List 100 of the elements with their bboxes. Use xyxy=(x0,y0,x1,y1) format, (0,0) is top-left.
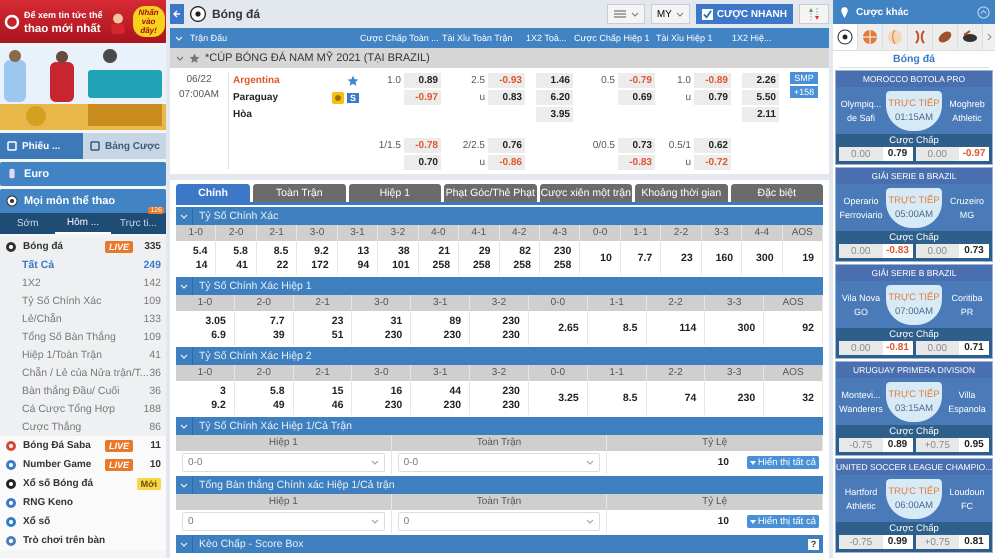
bet-tab[interactable]: Hiệp 1 xyxy=(348,184,441,202)
odds-cell[interactable]: 74 xyxy=(684,391,696,405)
bet-tab[interactable]: Phạt Góc/Thẻ Phạt xyxy=(444,184,536,202)
bet-type-item[interactable]: Chẵn / Lẻ của Nửa trận/T...36 xyxy=(0,364,166,382)
odds-cell[interactable]: 8.5 xyxy=(622,391,638,405)
odds-cell[interactable]: 23 xyxy=(681,251,693,265)
odds-cell[interactable]: 2.26 xyxy=(742,72,779,88)
score-select[interactable]: 0 xyxy=(182,512,385,531)
live-match-card[interactable]: GIẢI SERIE B BRAZIL Operario Ferroviario TRỰC TIẾP 05:00AM Cruzeiro MG Cược Chấp 0.00 -0.83 0.00 0.73 xyxy=(836,168,992,261)
slip-tab[interactable]: Bảng Cược xyxy=(83,133,166,159)
odds-cell[interactable]: 49 xyxy=(272,398,285,412)
odds-cell[interactable]: 5.4 xyxy=(192,244,208,258)
slip-tab[interactable]: Phiếu ... xyxy=(0,133,83,159)
odds-format-dropdown[interactable]: MY xyxy=(650,4,690,24)
view-dropdown[interactable] xyxy=(606,4,645,24)
section-header[interactable]: Tổng Bàn thắng Chính xác Hiệp 1/Cả trận xyxy=(176,476,823,494)
odds-cell[interactable]: 5.50 xyxy=(742,90,779,104)
bet-type-item[interactable]: Bàn thắng Đầu/ Cuối 36 xyxy=(0,382,166,400)
sport-item[interactable]: Number Game LIVE 10 xyxy=(0,455,166,474)
odds-cell[interactable]: 5.8 xyxy=(270,384,285,398)
odds-cell[interactable]: 0.89 xyxy=(404,72,441,88)
odds-cell[interactable]: 10 xyxy=(600,251,612,265)
odds-cell[interactable]: 258 xyxy=(513,258,531,272)
odds-cell[interactable]: 38 xyxy=(398,244,410,258)
sport-item[interactable]: Trò chơi trên bàn xyxy=(0,531,166,550)
odds-cell[interactable]: 44 xyxy=(449,384,462,398)
odds-cell[interactable]: 94 xyxy=(358,258,370,272)
live-match-card[interactable]: UNITED SOCCER LEAGUE CHAMPIO... Hartford Athletic TRỰC TIẾP 06:00AM Loudoun FC Cược Chấp -0.75 0.99 +0.75 0.81 xyxy=(836,459,992,552)
bet-type-item[interactable]: 1X2 142 xyxy=(0,274,166,292)
odds-button[interactable]: 0.00 -0.97 xyxy=(916,147,989,161)
odds-cell[interactable]: 230 xyxy=(444,328,462,342)
odds-cell[interactable]: 32 xyxy=(802,391,814,405)
sport-item[interactable]: Xổ số Bóng đá Mới xyxy=(0,474,166,493)
sport-item[interactable]: Xổ số xyxy=(0,512,166,531)
odds-cell[interactable]: 230 xyxy=(502,328,520,342)
callout-bubble[interactable]: Nhấn vào đây! xyxy=(132,6,165,37)
bet-type-item[interactable]: Tỷ Số Chính Xác 109 xyxy=(0,292,166,310)
odds-button[interactable]: +0.75 0.95 xyxy=(916,438,989,452)
odds-button[interactable]: 0.00 -0.83 xyxy=(839,244,912,258)
bet-tab[interactable]: Khoảng thời gian xyxy=(635,184,728,202)
odds-cell[interactable]: 230 xyxy=(554,244,572,258)
odds-cell[interactable]: 15 xyxy=(332,384,344,398)
bet-type-item[interactable]: Cá Cược Tổng Hợp 188 xyxy=(0,400,166,418)
odds-cell[interactable]: 13 xyxy=(358,244,370,258)
promo-banner[interactable]: Để xem tin tức thể thao mới nhất Nhấn vào đây! xyxy=(0,0,166,43)
odds-button[interactable]: +0.75 0.81 xyxy=(916,535,989,549)
bet-tab[interactable]: Đặc biệt xyxy=(730,184,823,202)
back-button[interactable] xyxy=(170,4,184,24)
odds-cell[interactable]: 114 xyxy=(679,321,696,335)
odds-button[interactable]: 0.00 0.79 xyxy=(839,147,912,161)
odds-cell[interactable]: 46 xyxy=(332,398,344,412)
odds-cell[interactable]: 0.83 xyxy=(488,90,525,104)
odds-cell[interactable]: 230 xyxy=(502,314,520,328)
score-select[interactable]: 0 xyxy=(398,512,600,531)
odds-cell[interactable]: 0.76 xyxy=(488,138,525,152)
odds-cell[interactable]: 51 xyxy=(332,328,344,342)
sport-item[interactable]: Bóng đá LIVE 335 xyxy=(0,237,166,256)
odds-cell[interactable]: 21 xyxy=(438,244,450,258)
odds-cell[interactable]: 7.7 xyxy=(638,251,652,265)
live-match-card[interactable]: MOROCCO BOTOLA PRO Olympiq... de Safi TRỰC TIẾP 01:15AM Moghreb Athletic Cược Chấp 0.00 0.79 0.00 -0.97 xyxy=(836,71,992,164)
odds-cell[interactable]: 92 xyxy=(802,321,814,335)
odds-cell[interactable]: 0.73 xyxy=(618,138,655,152)
section-header[interactable]: Tỷ Số Chính Xác xyxy=(176,207,823,225)
odds-cell[interactable]: 6.9 xyxy=(211,328,226,342)
odds-cell[interactable]: 230 xyxy=(384,328,402,342)
odds-button[interactable]: -0.75 0.89 xyxy=(839,438,912,452)
odds-cell[interactable]: 41 xyxy=(236,258,248,272)
odds-button[interactable]: -0.75 0.99 xyxy=(839,535,912,549)
odds-button[interactable]: 0.00 0.73 xyxy=(916,244,989,258)
live-match-card[interactable]: URUGUAY PRIMERA DIVISION Montevi... Wanderers TRỰC TIẾP 03:15AM Villa Espanola Cược Chấp -0.75 0.89 +0.75 0.95 xyxy=(836,362,992,455)
odds-cell[interactable]: 0.62 xyxy=(694,138,731,152)
bet-tab[interactable]: Cược xiên một trận xyxy=(540,184,632,202)
odds-cell[interactable]: 16 xyxy=(390,384,402,398)
section-header[interactable]: Tỷ Số Chính Xác Hiệp 1/Cả Trận xyxy=(176,417,823,435)
odds-cell[interactable]: 3 xyxy=(220,384,226,398)
odds-cell[interactable]: 258 xyxy=(472,258,490,272)
odds-cell[interactable]: 23 xyxy=(332,314,344,328)
score-select[interactable]: 0-0 xyxy=(182,453,385,472)
odds-button[interactable]: 0.00 0.71 xyxy=(916,341,989,355)
section-header[interactable]: Tỷ Số Chính Xác Hiệp 1 xyxy=(176,277,823,295)
section-header[interactable]: Kèo Chấp - Score Box ? xyxy=(176,535,823,553)
odds-cell[interactable]: 8.5 xyxy=(274,244,288,258)
odds-cell[interactable]: 0.69 xyxy=(618,90,655,104)
live-match-card[interactable]: GIẢI SERIE B BRAZIL Vila Nova GO TRỰC TIẾP 07:00AM Coritiba PR Cược Chấp 0.00 -0.81 0.00 0.71 xyxy=(836,265,992,358)
odds-cell[interactable]: 6.20 xyxy=(536,90,573,104)
odds-cell[interactable]: 172 xyxy=(311,258,329,272)
chevron-right-icon[interactable] xyxy=(987,33,992,41)
odds-cell[interactable]: 9.2 xyxy=(211,398,226,412)
bet-tab[interactable]: Chính xyxy=(176,184,250,202)
bet-tab[interactable]: Toàn Trận xyxy=(253,184,346,202)
odds-cell[interactable]: 39 xyxy=(272,328,285,342)
odds-cell[interactable]: 2.11 xyxy=(742,106,779,122)
odds-cell[interactable]: 0.79 xyxy=(694,90,731,104)
sport-item[interactable]: Bóng Đá Saba LIVE 11 xyxy=(0,436,166,455)
period-tab[interactable]: Sớm xyxy=(0,213,56,234)
odds-cell[interactable]: 9.2 xyxy=(314,244,329,258)
star-icon[interactable] xyxy=(347,74,359,86)
odds-cell[interactable]: 3.25 xyxy=(558,391,579,405)
bet-type-item[interactable]: Hiệp 1/Toàn Trận 41 xyxy=(0,346,166,364)
odds-cell[interactable]: 31 xyxy=(390,314,402,328)
